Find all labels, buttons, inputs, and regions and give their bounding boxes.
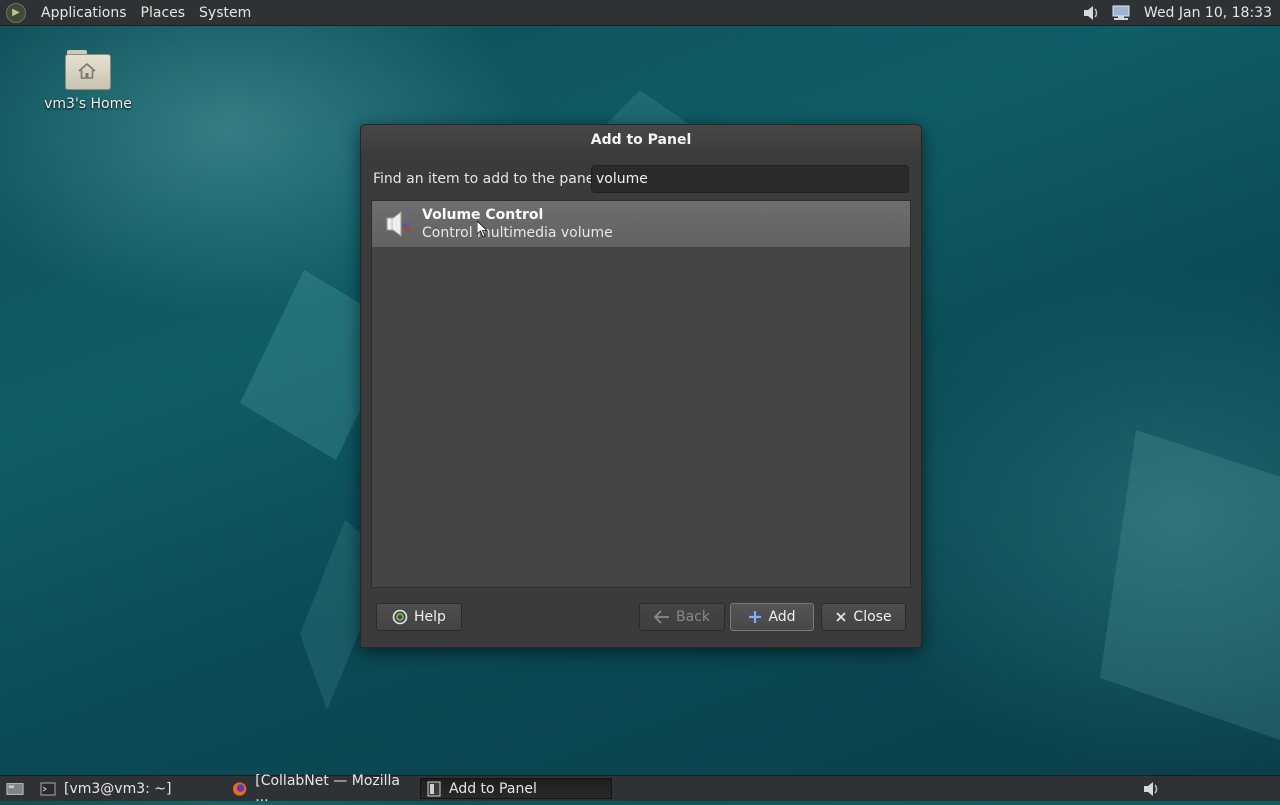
taskbar-item-add-to-panel[interactable]: Add to Panel — [420, 778, 612, 799]
close-icon — [836, 612, 847, 622]
volume-icon[interactable] — [1080, 3, 1102, 23]
taskbar-item-label: [vm3@vm3: ~] — [64, 780, 172, 797]
taskbar-item-terminal[interactable]: [vm3@vm3: ~] — [34, 778, 220, 799]
add-to-panel-dialog: Add to Panel Find an item to add to the … — [360, 124, 922, 648]
firefox-icon — [232, 781, 247, 796]
wallpaper-shard — [1100, 430, 1280, 740]
add-button[interactable]: Add — [730, 603, 814, 631]
volume-control-icon — [382, 209, 414, 239]
dialog-title[interactable]: Add to Panel — [361, 125, 921, 155]
back-button[interactable]: Back — [639, 603, 725, 631]
desktop-icon-label: vm3's Home — [44, 96, 132, 112]
distro-logo-icon[interactable]: ▶ — [6, 2, 26, 23]
show-desktop-icon — [6, 782, 24, 795]
result-text: Volume Control Control multimedia volume — [422, 207, 613, 241]
close-label: Close — [853, 609, 892, 625]
menu-applications[interactable]: Applications — [34, 5, 134, 21]
close-button[interactable]: Close — [821, 603, 906, 631]
find-row: Find an item to add to the panel: — [373, 165, 910, 193]
network-icon[interactable] — [1110, 3, 1132, 23]
result-description: Control multimedia volume — [422, 225, 613, 241]
desktop-icon-home[interactable]: vm3's Home — [38, 48, 138, 112]
mouse-cursor-icon — [477, 221, 487, 237]
list-item[interactable]: Volume Control Control multimedia volume — [372, 201, 910, 247]
show-desktop-button[interactable] — [0, 778, 30, 799]
back-arrow-icon — [654, 610, 669, 624]
terminal-icon — [40, 782, 56, 795]
find-label: Find an item to add to the panel: — [373, 171, 603, 187]
menu-places[interactable]: Places — [134, 5, 193, 21]
bottom-volume-icon[interactable] — [1136, 778, 1166, 799]
taskbar-item-label: Add to Panel — [449, 780, 537, 797]
results-list[interactable]: Volume Control Control multimedia volume — [371, 200, 911, 588]
help-button[interactable]: Help — [376, 603, 462, 631]
bottom-panel: [vm3@vm3: ~] [CollabNet — Mozilla ... Ad… — [0, 773, 1280, 805]
add-label: Add — [768, 609, 796, 625]
taskbar-item-firefox[interactable]: [CollabNet — Mozilla ... — [226, 773, 416, 805]
help-label: Help — [414, 609, 446, 625]
help-icon — [392, 609, 408, 625]
add-icon — [749, 611, 762, 623]
search-input[interactable] — [591, 165, 909, 193]
menu-system[interactable]: System — [192, 5, 258, 21]
clock[interactable]: Wed Jan 10, 18:33 — [1144, 5, 1272, 21]
back-label: Back — [676, 609, 710, 625]
home-folder-icon — [65, 48, 111, 90]
window-icon — [427, 781, 441, 796]
top-panel: ▶ Applications Places System Wed Jan 10,… — [0, 0, 1280, 26]
result-title: Volume Control — [422, 207, 544, 223]
